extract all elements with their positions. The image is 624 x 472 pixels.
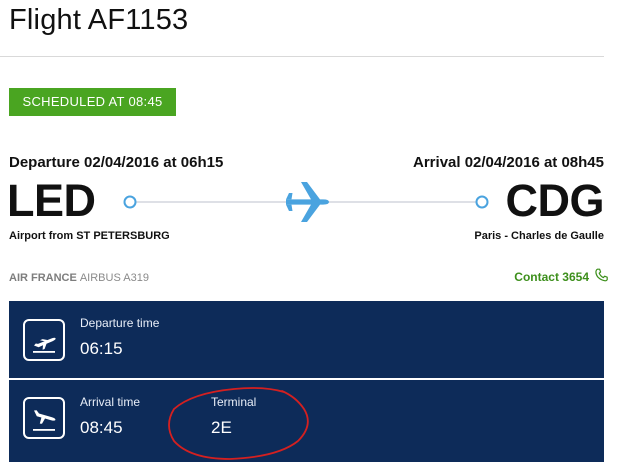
airline-name: AIR FRANCE	[9, 272, 77, 284]
arrival-route-dot	[475, 195, 489, 209]
terminal-value: 2E	[211, 418, 232, 437]
title-divider	[0, 56, 604, 57]
status-badge: SCHEDULED AT 08:45	[9, 88, 176, 116]
arrival-time-label: Arrival time	[80, 395, 141, 409]
arrival-airport-name: Paris - Charles de Gaulle	[474, 230, 604, 242]
departure-route-dot	[123, 195, 137, 209]
plane-takeoff-icon	[23, 319, 65, 361]
phone-icon	[595, 268, 608, 282]
departure-datetime: Departure 02/04/2016 at 06h15	[9, 154, 224, 171]
arrival-airport-code: CDG	[505, 175, 605, 226]
departure-time-value: 06:15	[80, 339, 123, 358]
route-line	[123, 182, 489, 222]
departure-time-label: Departure time	[80, 316, 160, 330]
departure-airport-code: LED	[7, 175, 96, 226]
arrival-time-panel: Arrival time 08:45 Terminal 2E	[9, 380, 604, 462]
arrival-datetime: Arrival 02/04/2016 at 08h45	[413, 154, 604, 171]
carrier-info: AIR FRANCE AIRBUS A319	[9, 272, 149, 284]
departure-airport-name: Airport from ST PETERSBURG	[9, 230, 170, 242]
departure-time-panel: Departure time 06:15	[9, 301, 604, 378]
contact-link[interactable]: Contact 3654	[514, 268, 608, 284]
page-title: Flight AF1153	[9, 4, 189, 36]
flight-details-page: Flight AF1153 SCHEDULED AT 08:45 Departu…	[0, 0, 624, 472]
plane-landing-icon	[23, 397, 65, 439]
arrival-time-value: 08:45	[80, 418, 123, 437]
aircraft-type: AIRBUS A319	[79, 272, 149, 284]
contact-label: Contact 3654	[514, 270, 589, 284]
terminal-label: Terminal	[211, 395, 257, 409]
airplane-icon	[286, 182, 329, 222]
